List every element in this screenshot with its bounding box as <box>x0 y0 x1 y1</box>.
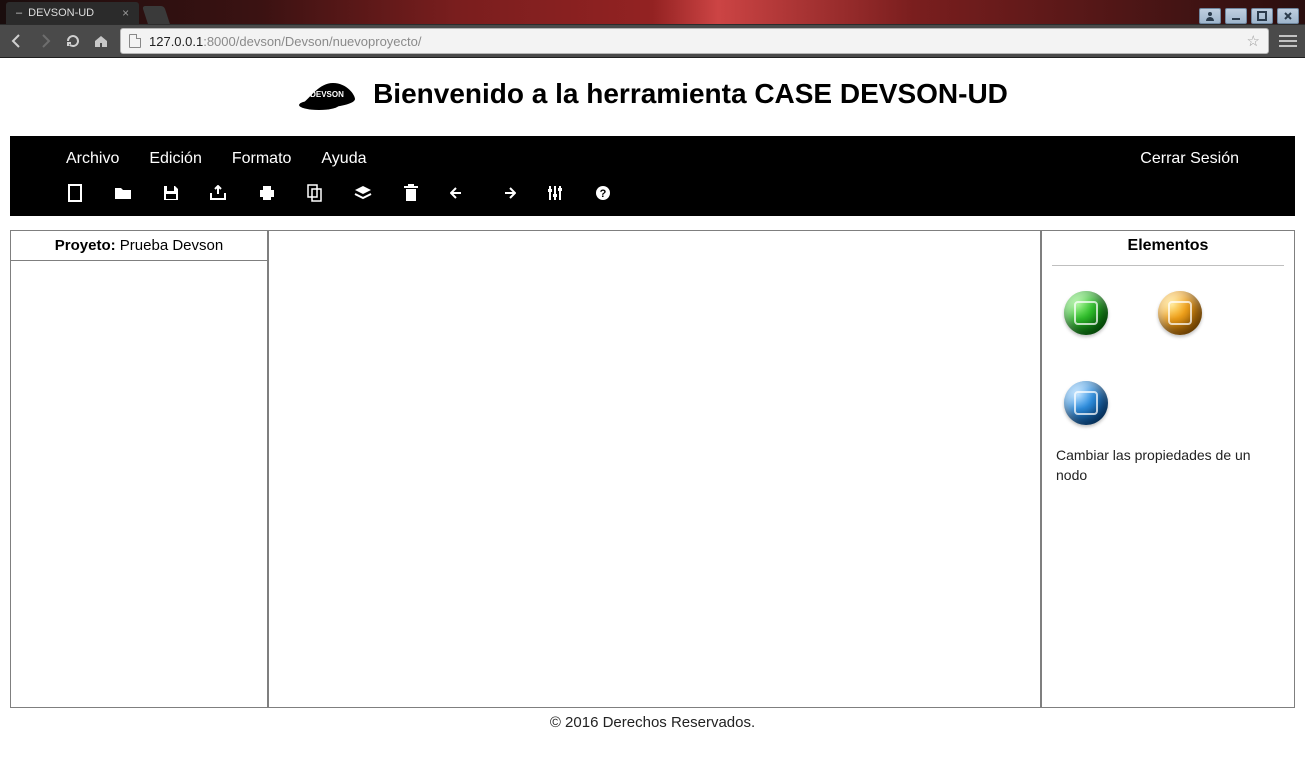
project-label: Proyeto: <box>55 237 116 254</box>
browser-tab[interactable]: – DEVSON-UD × <box>6 2 139 24</box>
browser-toolbar: 127.0.0.1:8000/devson/Devson/nuevoproyec… <box>0 24 1305 58</box>
menu-archivo[interactable]: Archivo <box>66 150 119 168</box>
node-orange[interactable] <box>1158 291 1202 335</box>
copy-format-icon[interactable] <box>306 184 324 202</box>
app-menubar: Archivo Edición Formato Ayuda Cerrar Ses… <box>10 136 1295 216</box>
bookmark-star-icon[interactable]: ☆ <box>1247 32 1260 50</box>
window-user-icon[interactable] <box>1199 8 1221 24</box>
help-icon[interactable]: ? <box>594 184 612 202</box>
nav-home-icon[interactable] <box>92 32 110 50</box>
page-icon <box>129 34 141 48</box>
canvas-scroll[interactable] <box>269 231 1040 707</box>
new-tab-button[interactable] <box>142 6 170 24</box>
app-logo: DEVSON <box>297 77 369 111</box>
app-toolbar: ? <box>10 180 1295 208</box>
new-file-icon[interactable] <box>66 184 84 202</box>
nav-forward-icon <box>36 32 54 50</box>
divider <box>1052 265 1284 266</box>
workspace: Proyeto: Prueba Devson Elementos Cambiar… <box>10 230 1295 708</box>
browser-menu-icon[interactable] <box>1279 32 1297 50</box>
footer: © 2016 Derechos Reservados. <box>0 708 1305 731</box>
settings-sliders-icon[interactable] <box>546 184 564 202</box>
svg-text:DEVSON: DEVSON <box>310 90 344 99</box>
menu-edicion[interactable]: Edición <box>149 150 201 168</box>
delete-icon[interactable] <box>402 184 420 202</box>
project-panel: Proyeto: Prueba Devson <box>11 231 269 707</box>
window-maximize-icon[interactable] <box>1251 8 1273 24</box>
elements-title: Elementos <box>1052 231 1284 265</box>
app-header: DEVSON Bienvenido a la herramienta CASE … <box>0 58 1305 130</box>
share-icon[interactable] <box>210 184 228 202</box>
url-host: 127.0.0.1 <box>149 34 203 49</box>
logout-link[interactable]: Cerrar Sesión <box>1140 150 1239 168</box>
layers-icon[interactable] <box>354 184 372 202</box>
open-folder-icon[interactable] <box>114 184 132 202</box>
tab-favicon: – <box>16 7 22 19</box>
redo-icon[interactable] <box>498 184 516 202</box>
nav-back-icon[interactable] <box>8 32 26 50</box>
window-minimize-icon[interactable] <box>1225 8 1247 24</box>
address-bar[interactable]: 127.0.0.1:8000/devson/Devson/nuevoproyec… <box>120 28 1269 54</box>
project-header: Proyeto: Prueba Devson <box>11 231 267 261</box>
menu-ayuda[interactable]: Ayuda <box>321 150 366 168</box>
tab-title: DEVSON-UD <box>28 7 94 19</box>
url-path: :8000/devson/Devson/nuevoproyecto/ <box>203 34 421 49</box>
project-name: Prueba Devson <box>120 237 223 254</box>
print-icon[interactable] <box>258 184 276 202</box>
welcome-title: Bienvenido a la herramienta CASE DEVSON-… <box>373 78 1008 110</box>
node-green[interactable] <box>1064 291 1108 335</box>
os-titlebar: – DEVSON-UD × <box>0 0 1305 24</box>
elements-panel: Elementos Cambiar las propiedades de un … <box>1040 231 1294 707</box>
tab-close-icon[interactable]: × <box>122 6 129 20</box>
canvas-panel <box>269 231 1040 707</box>
elements-hint: Cambiar las propiedades de un nodo <box>1052 445 1284 486</box>
canvas[interactable] <box>269 231 1040 707</box>
window-close-icon[interactable] <box>1277 8 1299 24</box>
node-blue[interactable] <box>1064 381 1108 425</box>
svg-text:?: ? <box>600 188 607 200</box>
nav-reload-icon[interactable] <box>64 32 82 50</box>
menu-formato[interactable]: Formato <box>232 150 292 168</box>
save-icon[interactable] <box>162 184 180 202</box>
undo-icon[interactable] <box>450 184 468 202</box>
